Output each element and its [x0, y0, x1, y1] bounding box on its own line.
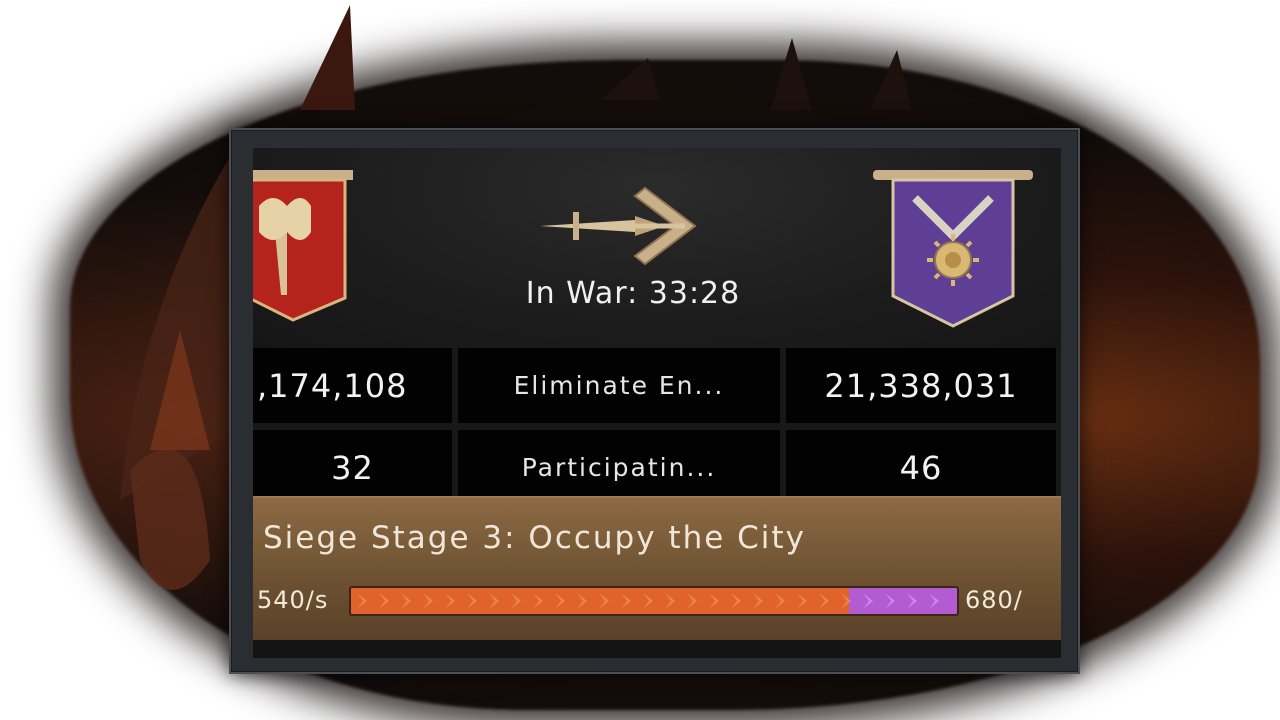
- left-occupy-rate: 540/s: [257, 586, 329, 614]
- war-status-label: In War:: [525, 276, 639, 311]
- right-eliminate-cell: 21,338,031: [786, 348, 1056, 423]
- war-panel: In War: 33:28 ,174,108 Eliminate En... 2…: [229, 128, 1080, 674]
- panel-bottom-strip: [253, 640, 1061, 658]
- left-participating-cell: 32: [253, 430, 452, 505]
- crossed-sword-arrow-icon: [540, 186, 697, 266]
- left-eliminate-cell: ,174,108: [253, 348, 452, 423]
- right-participating-cell: 46: [786, 430, 1056, 505]
- purple-chevron-sun-banner-icon: [873, 170, 1033, 328]
- right-occupy-rate: 680/: [965, 586, 1023, 614]
- participating-label: Participatin...: [521, 453, 717, 482]
- progress-track: [351, 588, 957, 614]
- panel-content: In War: 33:28 ,174,108 Eliminate En... 2…: [253, 148, 1061, 658]
- eliminate-label-cell: Eliminate En...: [458, 348, 780, 423]
- war-header: In War: 33:28: [253, 148, 1061, 348]
- stats-table: ,174,108 Eliminate En... 21,338,031 32 P…: [253, 348, 1061, 505]
- stat-row-eliminate: ,174,108 Eliminate En... 21,338,031: [253, 348, 1061, 423]
- left-team-progress-fill: [351, 588, 849, 614]
- occupy-progress-bar: [349, 586, 959, 616]
- eliminate-label: Eliminate En...: [513, 371, 725, 400]
- left-participating-value: 32: [331, 448, 374, 487]
- war-timer: In War: 33:28: [483, 276, 783, 311]
- stat-row-participating: 32 Participatin... 46: [253, 430, 1061, 505]
- red-axe-banner-icon: [253, 170, 353, 322]
- war-time-value: 33:28: [648, 276, 741, 311]
- right-team-progress-fill: [849, 588, 957, 614]
- left-eliminate-value: ,174,108: [257, 366, 408, 405]
- participating-label-cell: Participatin...: [458, 430, 780, 505]
- siege-stage-title: Siege Stage 3: Occupy the City: [263, 520, 806, 556]
- right-participating-value: 46: [899, 448, 943, 487]
- right-eliminate-value: 21,338,031: [824, 366, 1018, 405]
- siege-stage-box: Siege Stage 3: Occupy the City 540/s 680…: [253, 496, 1061, 640]
